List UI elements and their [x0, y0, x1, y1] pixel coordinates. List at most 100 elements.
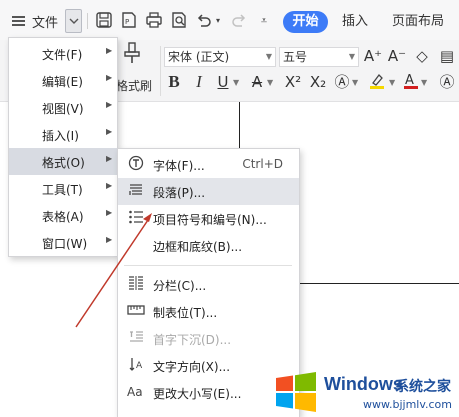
svg-text:P: P [125, 18, 129, 26]
chevron-right-icon: ▶ [106, 127, 113, 136]
menu-item-label: 插入(I) [42, 129, 79, 143]
format-painter-button[interactable]: 格式刷 [116, 42, 156, 98]
menu-item-label: 更改大小写(E)... [153, 387, 242, 401]
chevron-down-icon: ▼ [233, 78, 240, 87]
chevron-right-icon: ▶ [106, 208, 113, 217]
document-line [300, 283, 459, 284]
borders-icon [126, 236, 146, 255]
grow-font-button[interactable]: A⁺ [363, 46, 383, 66]
shortcut-label: Ctrl+D [242, 157, 283, 171]
superscript-button[interactable]: X² [283, 72, 303, 92]
file-menu-button[interactable]: 文件 [12, 10, 58, 32]
bold-button[interactable]: B [166, 72, 182, 92]
menu-item-drop-cap[interactable]: 首字下沉(D)... [118, 325, 299, 352]
svg-text:Aa: Aa [127, 385, 143, 399]
menu-item-view[interactable]: 视图(V) ▶ [9, 94, 117, 121]
menu-divider [124, 265, 292, 266]
menu-item-label: 字体(F)... [153, 159, 205, 173]
font-icon [126, 155, 146, 174]
font-color-button[interactable]: A [403, 72, 419, 92]
chevron-down-icon [69, 18, 78, 24]
menu-item-tools[interactable]: 工具(T) ▶ [9, 175, 117, 202]
more-icon: ⩡ [260, 14, 268, 27]
italic-button[interactable]: I [191, 72, 207, 92]
chevron-down-icon: ▼ [421, 78, 428, 87]
font-size-select[interactable]: 五号 ▼ [279, 47, 359, 67]
strikethrough-button[interactable]: A [249, 72, 265, 92]
menu-item-window[interactable]: 窗口(W) ▶ [9, 229, 117, 256]
menu-item-bullets-numbering[interactable]: 项目符号和编号(N)... [118, 205, 299, 232]
grow-font-icon: A⁺ [363, 47, 383, 65]
chevron-down-icon: ▼ [265, 52, 272, 61]
shrink-font-icon: A⁻ [387, 47, 407, 65]
eraser-icon: ◇ [416, 47, 428, 65]
windows-logo-icon [276, 372, 316, 412]
quick-access-toolbar: 文件 P ▾ ⩡ 开始 插入 页面布局 [0, 0, 459, 40]
chevron-right-icon: ▶ [106, 154, 113, 163]
text-effect-button[interactable]: Ⓐ [333, 72, 351, 92]
svg-text:A: A [405, 73, 414, 88]
superscript-icon: X² [284, 73, 302, 91]
print-preview-icon [172, 12, 186, 28]
print-preview-button[interactable] [169, 11, 189, 31]
character-border-button[interactable]: Ⓐ [437, 72, 457, 92]
character-border-icon: Ⓐ [439, 73, 455, 91]
save-button[interactable] [94, 11, 114, 31]
menu-item-paragraph[interactable]: 段落(P)... [118, 178, 299, 205]
menu-item-insert[interactable]: 插入(I) ▶ [9, 121, 117, 148]
menu-item-label: 窗口(W) [42, 237, 88, 251]
font-name-select[interactable]: 宋体 (正文) ▼ [164, 47, 276, 67]
subscript-icon: X₂ [309, 73, 327, 91]
export-pdf-icon: P [122, 12, 136, 28]
menu-item-format[interactable]: 格式(O) ▶ [9, 148, 117, 175]
menu-item-table[interactable]: 表格(A) ▶ [9, 202, 117, 229]
underline-icon: U [217, 73, 229, 91]
bullet-list-icon [126, 209, 146, 228]
print-button[interactable] [144, 11, 164, 31]
menu-item-label: 视图(V) [42, 102, 84, 116]
undo-button[interactable] [194, 11, 214, 31]
highlight-button[interactable] [367, 72, 387, 92]
highlighter-icon [370, 74, 384, 89]
columns-icon [126, 275, 146, 294]
watermark-title: Windows [324, 374, 403, 394]
bold-icon: B [168, 72, 180, 91]
italic-icon: I [196, 72, 202, 91]
subscript-button[interactable]: X₂ [308, 72, 328, 92]
menu-item-label: 分栏(C)... [153, 279, 207, 293]
tab-page-layout[interactable]: 页面布局 [392, 11, 444, 33]
export-pdf-button[interactable]: P [119, 11, 139, 31]
menu-item-edit[interactable]: 编辑(E) ▶ [9, 67, 117, 94]
printer-icon [146, 12, 162, 28]
menu-item-tab-stops[interactable]: 制表位(T)... [118, 298, 299, 325]
menu-item-borders-shading[interactable]: 边框和底纹(B)... [118, 232, 299, 259]
shrink-font-button[interactable]: A⁻ [387, 46, 407, 66]
redo-button[interactable] [229, 11, 249, 31]
menu-item-columns[interactable]: 分栏(C)... [118, 271, 299, 298]
clear-format-button[interactable]: ◇ [412, 46, 432, 66]
chevron-right-icon: ▶ [106, 181, 113, 190]
drop-cap-icon [126, 329, 146, 348]
text-effect-icon: Ⓐ [334, 73, 350, 91]
underline-button[interactable]: U [215, 72, 231, 92]
text-box-icon: ▤ [439, 47, 455, 65]
phonetic-guide-button[interactable]: ▤ [437, 46, 457, 66]
strikethrough-icon: A [251, 73, 263, 91]
menu-item-label: 文字方向(X)... [153, 360, 231, 374]
tab-insert[interactable]: 插入 [342, 11, 368, 33]
undo-dropdown[interactable]: ▾ [213, 11, 223, 31]
undo-icon [197, 14, 211, 27]
menu-item-font[interactable]: 字体(F)... Ctrl+D [118, 151, 299, 178]
tab-home[interactable]: 开始 [283, 11, 328, 33]
ribbon-divider [160, 46, 161, 96]
file-menu-dropdown-button[interactable] [65, 9, 82, 33]
paragraph-icon [126, 182, 146, 201]
watermark-brand: 系统之家 [395, 379, 451, 395]
toolbar-divider [87, 13, 88, 29]
chevron-down-icon: ▼ [267, 78, 274, 87]
menu-item-label: 表格(A) [42, 210, 84, 224]
font-size-value: 五号 [283, 50, 308, 64]
customize-toolbar-button[interactable]: ⩡ [254, 11, 274, 31]
menu-item-file[interactable]: 文件(F) ▶ [9, 40, 117, 67]
file-dropdown-menu: 文件(F) ▶ 编辑(E) ▶ 视图(V) ▶ 插入(I) ▶ 格式(O) ▶ … [8, 37, 118, 257]
